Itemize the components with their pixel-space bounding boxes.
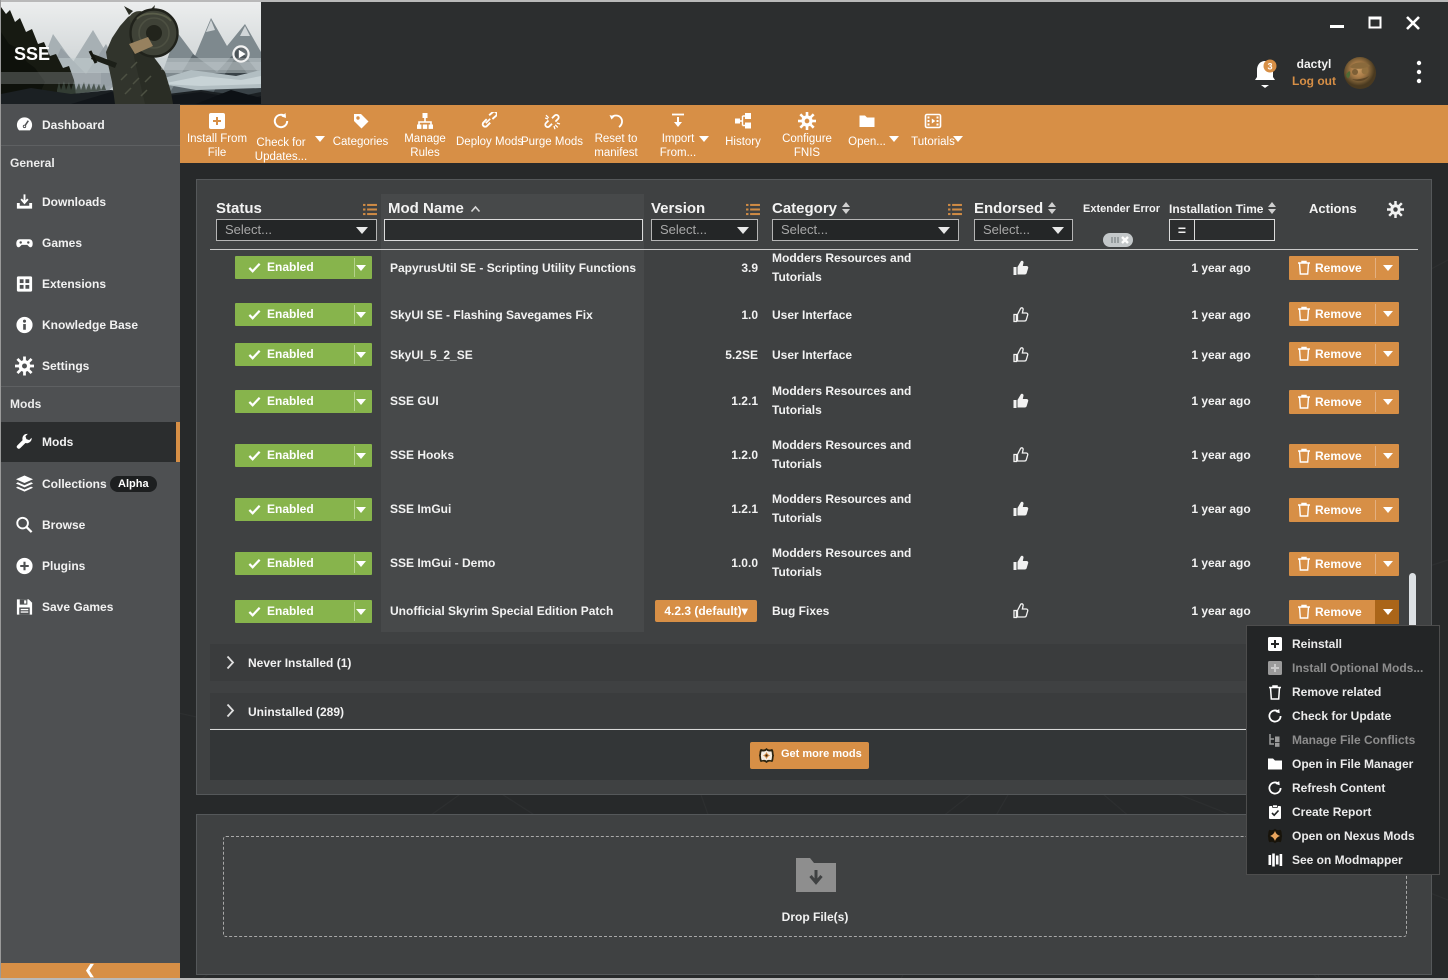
svg-text:3: 3 bbox=[1267, 62, 1272, 72]
svg-text:SSE: SSE bbox=[14, 44, 50, 64]
